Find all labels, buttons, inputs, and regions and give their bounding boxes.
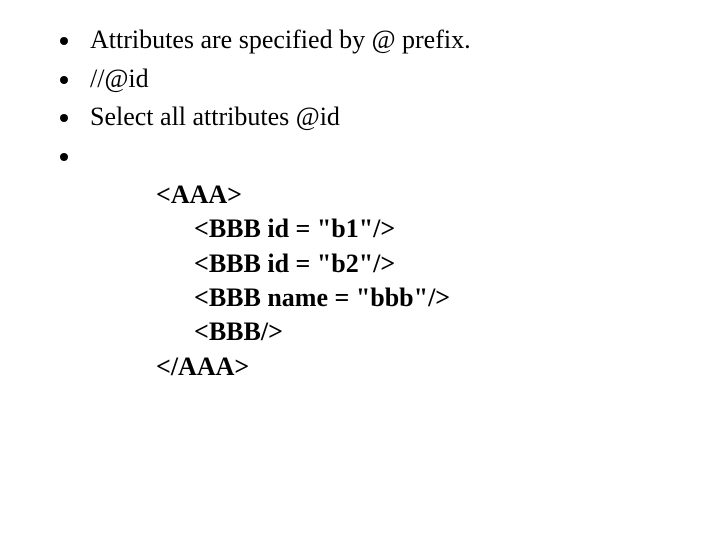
bullet-item [82, 140, 680, 173]
xml-line: <BBB id = "b1"/> [156, 212, 680, 246]
xml-code-block: <AAA> <BBB id = "b1"/> <BBB id = "b2"/> … [156, 178, 680, 384]
bullet-text: //@id [90, 64, 149, 93]
xml-line: <AAA> [156, 178, 680, 212]
xml-line: <BBB name = "bbb"/> [156, 281, 680, 315]
bullet-item: Select all attributes @id [82, 101, 680, 134]
bullet-item: //@id [82, 63, 680, 96]
xml-line: <BBB/> [156, 315, 680, 349]
xml-line: <BBB id = "b2"/> [156, 247, 680, 281]
bullet-item: Attributes are specified by @ prefix. [82, 24, 680, 57]
xml-line: </AAA> [156, 350, 680, 384]
bullet-list: Attributes are specified by @ prefix. //… [48, 24, 680, 172]
bullet-text: Attributes are specified by @ prefix. [90, 25, 471, 54]
slide-body: Attributes are specified by @ prefix. //… [0, 0, 720, 424]
bullet-text: Select all attributes @id [90, 102, 340, 131]
